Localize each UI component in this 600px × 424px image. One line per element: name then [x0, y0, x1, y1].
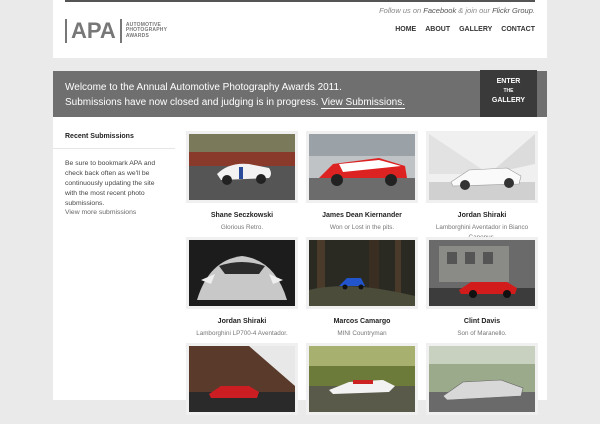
view-more-submissions-link[interactable]: View more submissions [53, 209, 175, 216]
main-content: Recent Submissions Be sure to bookmark A… [53, 117, 547, 415]
gallery-item[interactable]: Jordan Shiraki Lamborghini LP700-4 Avent… [186, 237, 298, 339]
header-top-rule [65, 0, 535, 2]
photo-caption: Won or Lost in the pits. [329, 224, 395, 231]
sidebar: Recent Submissions Be sure to bookmark A… [53, 117, 175, 216]
nav-home[interactable]: HOME [395, 26, 416, 33]
enter-label: ENTER [496, 78, 521, 85]
logo-line-3: AWARDS [125, 32, 149, 39]
banner-line-1: Welcome to the Annual Automotive Photogr… [65, 82, 342, 93]
nav-contact[interactable]: CONTACT [501, 26, 535, 33]
follow-text: Follow us on Facebook & join our Flickr … [379, 6, 535, 15]
gallery-item[interactable] [306, 343, 418, 424]
banner-line-2: Submissions have now closed and judging … [65, 97, 322, 108]
enter-gallery-button[interactable]: ENTER THE GALLERY [480, 70, 537, 125]
gallery-item[interactable] [426, 343, 538, 424]
red-ferrari-photo[interactable] [426, 237, 538, 309]
gallery-item[interactable]: Jordan Shiraki Lamborghini Aventador in … [426, 131, 538, 243]
nav-gallery[interactable]: GALLERY [459, 26, 492, 33]
blue-mini-forest-photo[interactable] [306, 237, 418, 309]
red-car-tunnel-photo[interactable] [186, 343, 298, 415]
the-label: THE [503, 88, 514, 94]
photographer-name: Shane Seczkowski [210, 212, 274, 219]
logo-mark: APA [65, 19, 122, 43]
follow-prefix: Follow us on [379, 6, 424, 15]
flickr-group-link[interactable]: Flickr Group [492, 6, 533, 15]
lamborghini-front-photo[interactable] [186, 237, 298, 309]
vodafone-racecar-photo[interactable] [306, 131, 418, 203]
gallery-item[interactable]: Shane Seczkowski Glorious Retro. [186, 131, 298, 233]
gallery-label: GALLERY [491, 97, 526, 104]
follow-suffix: . [532, 6, 535, 15]
photographer-name: Jordan Shiraki [217, 318, 267, 325]
photo-caption: Son of Maranello. [457, 330, 507, 337]
silver-mercedes-photo[interactable] [426, 343, 538, 415]
gallery-item[interactable] [186, 343, 298, 424]
gallery-item[interactable]: Marcos Camargo MINI Countryman [306, 237, 418, 339]
gallery-item[interactable]: James Dean Kiernander Won or Lost in the… [306, 131, 418, 233]
apa-logo[interactable]: APA AUTOMOTIVE PHOTOGRAPHY AWARDS [65, 19, 167, 43]
photo-caption: Glorious Retro. [220, 224, 264, 231]
photo-caption: Lamborghini LP700-4 Aventador. [196, 330, 288, 337]
formula-car-photo[interactable] [306, 343, 418, 415]
photographer-name: Clint Davis [463, 318, 501, 325]
banner-text: Welcome to the Annual Automotive Photogr… [65, 80, 406, 110]
follow-middle: & join our [456, 6, 493, 15]
sidebar-title: Recent Submissions [53, 117, 175, 149]
main-nav: HOME ABOUT GALLERY CONTACT [395, 26, 535, 33]
view-submissions-link[interactable]: View Submissions. [321, 97, 406, 109]
white-lamborghini-photo[interactable] [426, 131, 538, 203]
logo-text: AUTOMOTIVE PHOTOGRAPHY AWARDS [125, 22, 167, 40]
sidebar-body: Be sure to bookmark APA and check back o… [65, 160, 156, 207]
gallery-item[interactable]: Clint Davis Son of Maranello. [426, 237, 538, 339]
photo-caption: MINI Countryman [337, 330, 387, 337]
photographer-name: James Dean Kiernander [322, 212, 402, 219]
facebook-link[interactable]: Facebook [423, 6, 456, 15]
white-racecar-photo[interactable] [186, 131, 298, 203]
welcome-banner: Welcome to the Annual Automotive Photogr… [53, 70, 547, 125]
photographer-name: Jordan Shiraki [457, 212, 507, 219]
photographer-name: Marcos Camargo [333, 318, 391, 325]
nav-about[interactable]: ABOUT [425, 26, 450, 33]
site-header: APA AUTOMOTIVE PHOTOGRAPHY AWARDS Follow… [53, 0, 547, 58]
